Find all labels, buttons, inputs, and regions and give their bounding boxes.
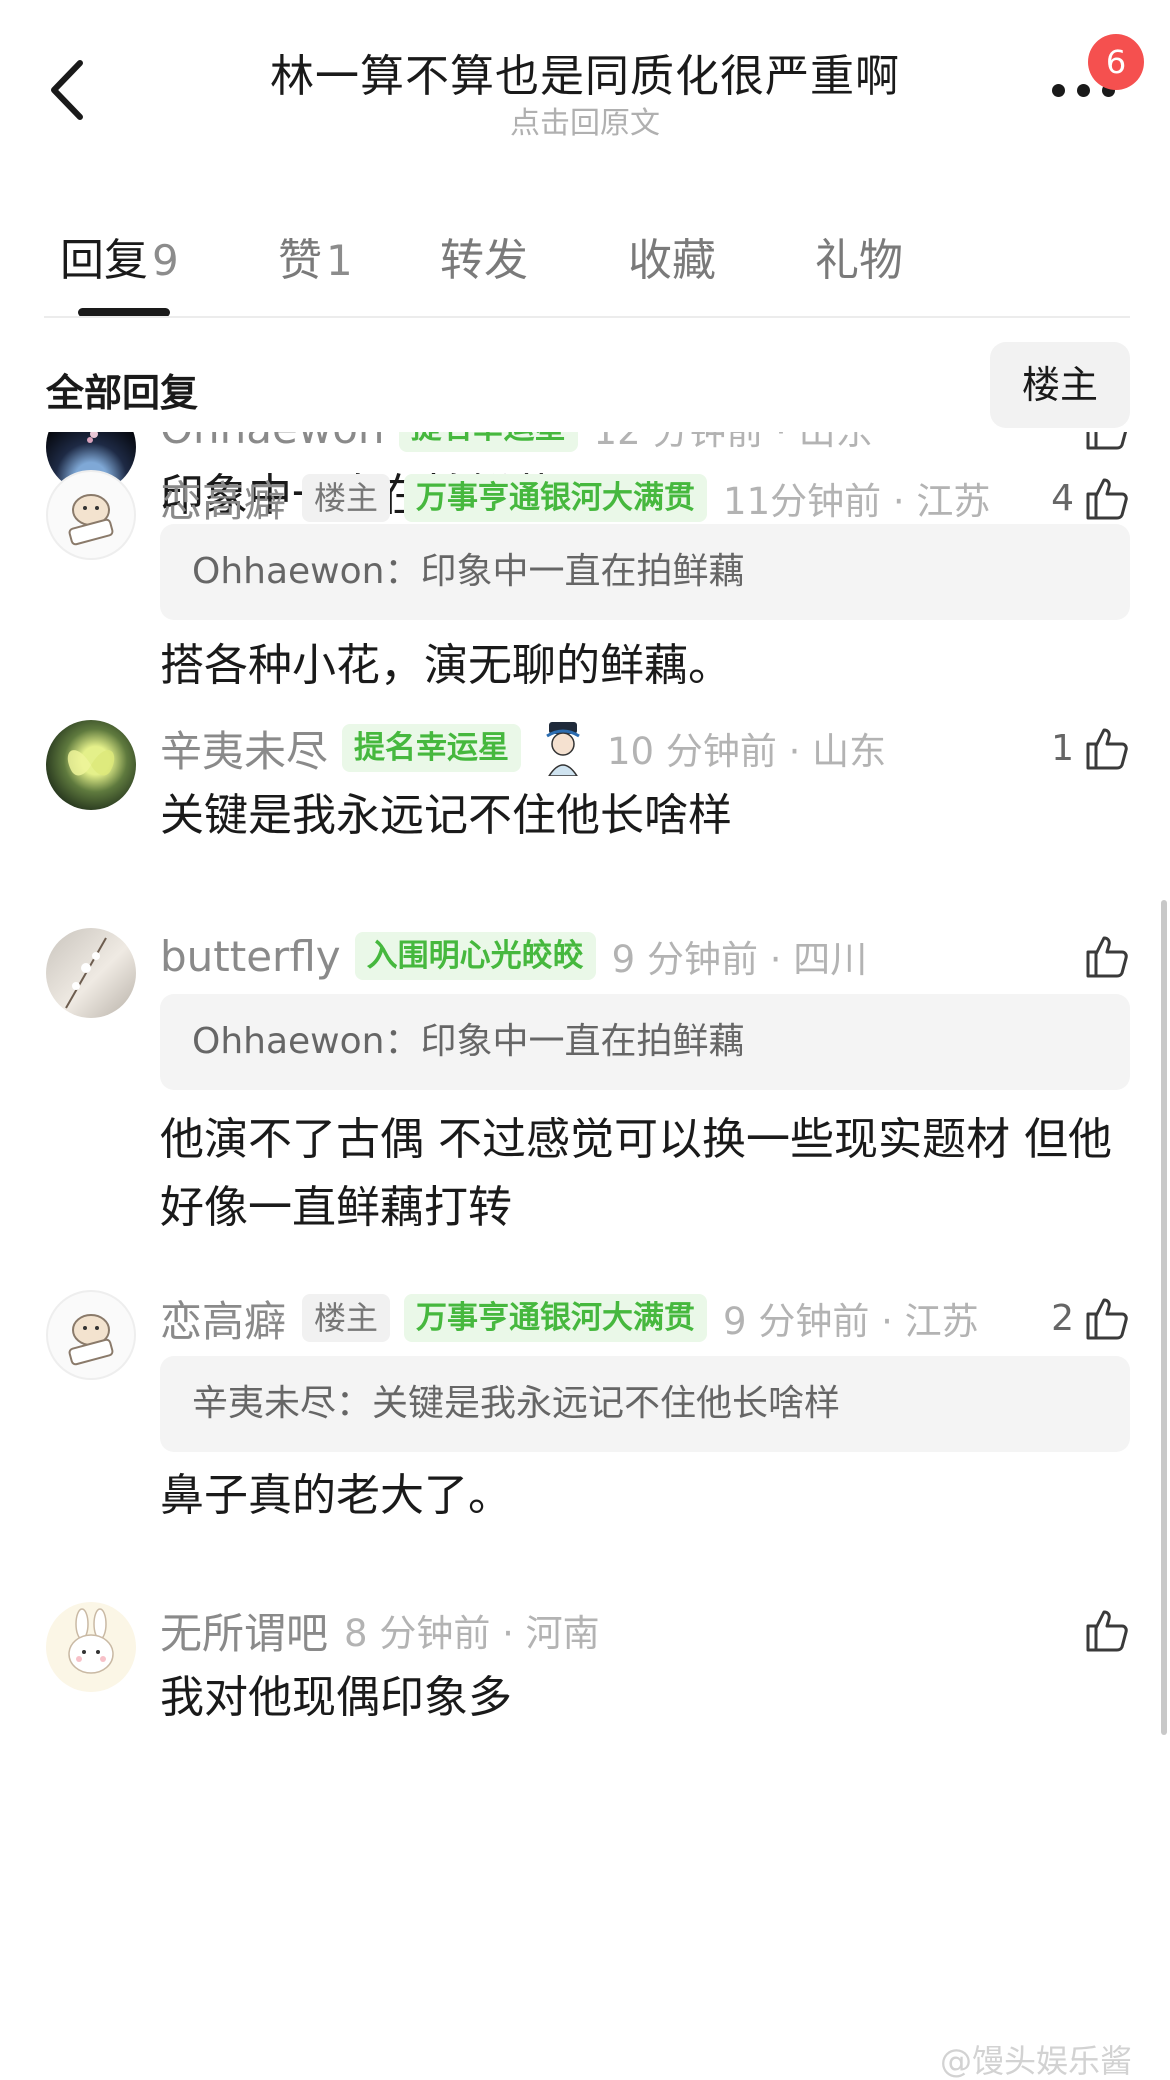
butterfly-avatar[interactable]	[46, 720, 136, 810]
thumbs-up-icon	[1086, 432, 1128, 450]
tab-bar: 回复9 赞1 转发 收藏 礼物	[0, 210, 1170, 320]
comment-meta: Ohhaewon 提名幸运星 12 分钟前 · 山东	[160, 432, 873, 456]
honor-badge[interactable]: 提名幸运星	[342, 724, 522, 772]
tab-gifts[interactable]: 礼物	[815, 224, 903, 288]
comment-item: 恋高癖 楼主 万事亨通银河大满贯 11分钟前 · 江苏 4 Ohhaewon：印…	[0, 462, 1170, 702]
all-replies-label[interactable]: 全部回复	[46, 362, 198, 417]
like-button[interactable]: 2	[1051, 1290, 1130, 1346]
divider	[44, 316, 1130, 318]
quoted-comment[interactable]: Ohhaewon：印象中一直在拍鲜藕	[160, 994, 1130, 1090]
cartoon-dog-avatar[interactable]	[46, 1290, 136, 1380]
quoted-comment[interactable]: Ohhaewon：印象中一直在拍鲜藕	[160, 524, 1130, 620]
tab-label: 收藏	[628, 235, 716, 286]
comment-meta: 恋高癖 楼主 万事亨通银河大满贯 9 分钟前 · 江苏	[160, 1290, 979, 1346]
tab-likes[interactable]: 赞1	[278, 224, 353, 288]
tab-count: 1	[326, 236, 353, 285]
comment-item: butterfly 入围明心光皎皎 9 分钟前 · 四川 Ohhaewon：印象…	[0, 920, 1170, 1250]
cartoon-dog-avatar[interactable]	[46, 470, 136, 560]
thumbs-up-icon	[1086, 478, 1128, 520]
comment-item: 无所谓吧 8 分钟前 · 河南 我对他现偶印象多	[0, 1594, 1170, 1744]
tab-label: 转发	[440, 235, 528, 286]
tab-favorites[interactable]: 收藏	[628, 224, 716, 288]
comment-meta: 无所谓吧 8 分钟前 · 河南	[160, 1602, 600, 1658]
thumbs-up-icon	[1086, 936, 1128, 978]
timestamp: 11分钟前 · 江苏	[723, 480, 991, 523]
quoted-text: 关键是我永远记不住他长啥样	[372, 1383, 841, 1424]
timestamp: 9 分钟前 · 江苏	[723, 1300, 979, 1343]
thumbs-up-icon	[1086, 1610, 1128, 1652]
comment-item: 恋高癖 楼主 万事亨通银河大满贯 9 分钟前 · 江苏 2 辛夷未尽：关键是我永…	[0, 1282, 1170, 1522]
tab-label: 赞	[278, 235, 322, 286]
timestamp: 8 分钟前 · 河南	[344, 1612, 600, 1655]
honor-badge[interactable]: 万事亨通银河大满贯	[404, 1294, 708, 1342]
quoted-text: 印象中一直在拍鲜藕	[420, 1021, 745, 1062]
post-title[interactable]: 林一算不算也是同质化很严重啊	[200, 40, 970, 104]
bunny-avatar[interactable]	[46, 1602, 136, 1692]
tab-count: 9	[152, 236, 179, 285]
like-count: 1	[1051, 727, 1074, 769]
comment-text: 关键是我永远记不住他长啥样	[160, 790, 732, 841]
comment-meta: butterfly 入围明心光皎皎 9 分钟前 · 四川	[160, 928, 867, 984]
quoted-user: Ohhaewon	[192, 551, 385, 592]
like-button[interactable]	[1082, 432, 1130, 456]
op-tag: 楼主	[302, 474, 391, 522]
comment-text: 他演不了古偶 不过感觉可以换一些现实题材 但他好像一直鲜藕打转	[160, 1114, 1112, 1233]
like-button[interactable]: 1	[1051, 720, 1130, 776]
top-bar: 林一算不算也是同质化很严重啊 点击回原文 6	[0, 0, 1170, 180]
like-button[interactable]: 4	[1051, 470, 1130, 526]
tab-label: 回复	[60, 235, 148, 286]
comment-list: Ohhaewon 提名幸运星 12 分钟前 · 山东 印象中一直在拍鲜藕 恋高癖…	[0, 432, 1170, 2080]
username[interactable]: 恋高癖	[160, 468, 286, 529]
comment-meta: 辛夷未尽 提名幸运星 10 分钟前 · 山东	[160, 718, 887, 779]
username[interactable]: 辛夷未尽	[160, 718, 328, 779]
filter-row: 全部回复 楼主	[0, 340, 1170, 430]
quoted-user: 辛夷未尽	[192, 1383, 337, 1424]
quoted-user: Ohhaewon	[192, 1021, 385, 1062]
comment-item: 辛夷未尽 提名幸运星 10 分钟前 · 山东 1 关键是我永远记不住他长啥样	[0, 712, 1170, 862]
tab-reposts[interactable]: 转发	[440, 224, 528, 288]
timestamp: 10 分钟前 · 山东	[607, 730, 887, 773]
like-count: 2	[1051, 1297, 1074, 1339]
quoted-text: 印象中一直在拍鲜藕	[420, 551, 745, 592]
username[interactable]: 恋高癖	[160, 1288, 286, 1349]
honor-badge[interactable]: 万事亨通银河大满贯	[404, 474, 708, 522]
timestamp: 9 分钟前 · 四川	[611, 938, 868, 981]
tab-label: 礼物	[815, 235, 903, 286]
back-arrow-icon[interactable]	[44, 55, 94, 125]
honor-badge[interactable]: 入围明心光皎皎	[354, 932, 596, 980]
tab-replies[interactable]: 回复9	[60, 224, 179, 288]
thumbs-up-icon	[1086, 1298, 1128, 1340]
flower-branch-avatar[interactable]	[46, 928, 136, 1018]
back-to-original-link[interactable]: 点击回原文	[200, 98, 970, 142]
username[interactable]: butterfly	[160, 932, 341, 981]
notification-badge: 6	[1088, 34, 1144, 90]
username[interactable]: 无所谓吧	[160, 1600, 328, 1661]
like-count: 4	[1051, 477, 1074, 519]
watermark: @馒头娱乐酱	[940, 2042, 1133, 2080]
character-sticker-icon	[535, 720, 591, 777]
honor-badge[interactable]: 提名幸运星	[398, 432, 578, 452]
thumbs-up-icon	[1086, 728, 1128, 770]
like-button[interactable]	[1082, 928, 1130, 984]
comment-meta: 恋高癖 楼主 万事亨通银河大满贯 11分钟前 · 江苏	[160, 470, 990, 526]
like-button[interactable]	[1082, 1602, 1130, 1658]
comment-text: 鼻子真的老大了。	[160, 1470, 512, 1521]
username[interactable]: Ohhaewon	[160, 432, 385, 453]
op-only-button[interactable]: 楼主	[990, 342, 1130, 428]
scrollbar[interactable]	[1161, 900, 1167, 1735]
timestamp: 12 分钟前 · 山东	[594, 432, 873, 455]
comment-text: 搭各种小花，演无聊的鲜藕。	[160, 640, 732, 691]
comment-text: 我对他现偶印象多	[160, 1672, 512, 1723]
quoted-comment[interactable]: 辛夷未尽：关键是我永远记不住他长啥样	[160, 1356, 1130, 1452]
op-tag: 楼主	[302, 1294, 391, 1342]
